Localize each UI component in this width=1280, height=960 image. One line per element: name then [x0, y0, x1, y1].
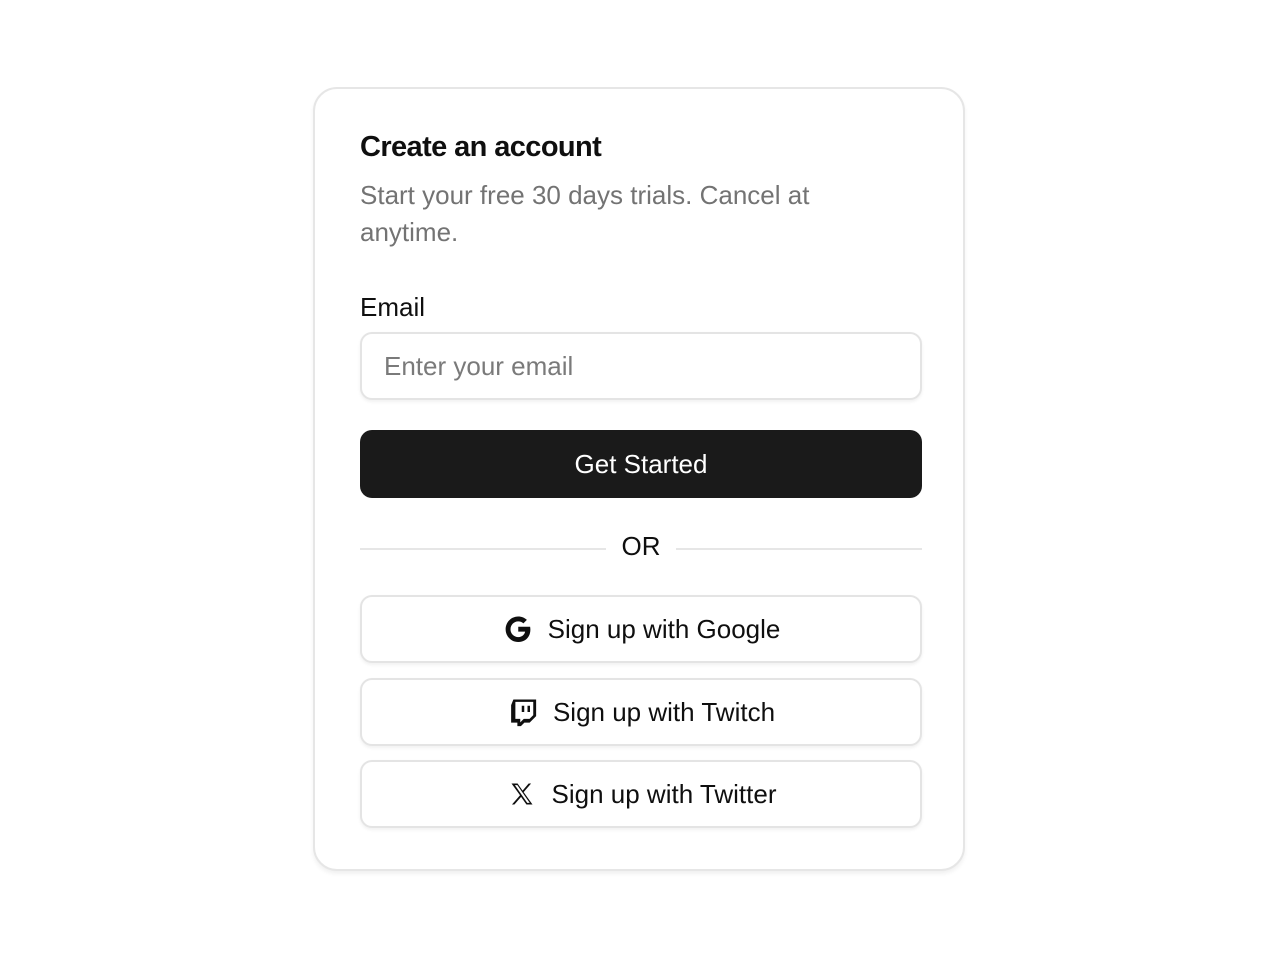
page-subtitle: Start your free 30 days trials. Cancel a…: [360, 180, 810, 247]
email-label: Email: [360, 292, 426, 322]
get-started-button[interactable]: Get Started: [360, 430, 922, 498]
signup-card: Create an account Start your free 30 day…: [313, 87, 965, 871]
twitch-icon: [507, 696, 539, 728]
x-twitter-icon: [506, 778, 538, 810]
or-divider: OR: [360, 528, 922, 568]
google-signup-button[interactable]: Sign up with Google: [360, 595, 922, 663]
twitch-signup-button[interactable]: Sign up with Twitch: [360, 678, 922, 746]
twitter-signup-label: Sign up with Twitter: [551, 778, 777, 809]
divider-line-right: [676, 548, 922, 550]
twitch-signup-label: Sign up with Twitch: [552, 696, 776, 727]
google-signup-label: Sign up with Google: [547, 613, 781, 644]
email-field[interactable]: [360, 332, 922, 400]
divider-text: OR: [621, 531, 661, 561]
google-icon: [502, 613, 534, 645]
page-title: Create an account: [360, 131, 602, 163]
twitter-signup-button[interactable]: Sign up with Twitter: [360, 760, 922, 828]
